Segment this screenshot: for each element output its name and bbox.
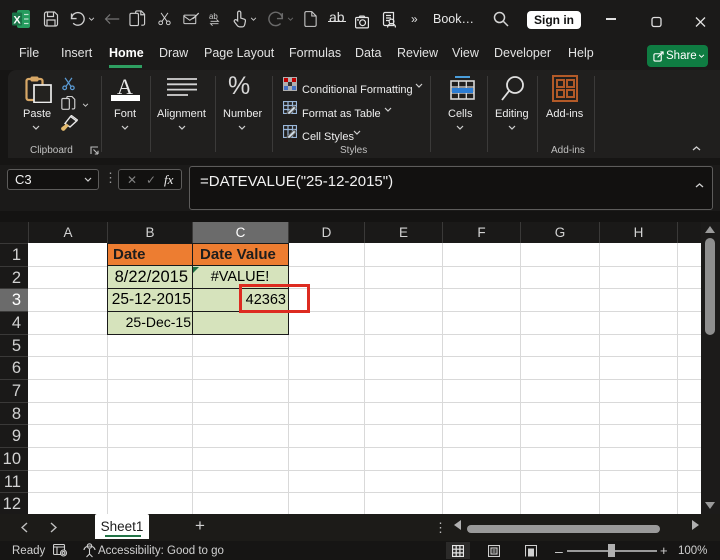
svg-text:X: X [13,15,21,27]
